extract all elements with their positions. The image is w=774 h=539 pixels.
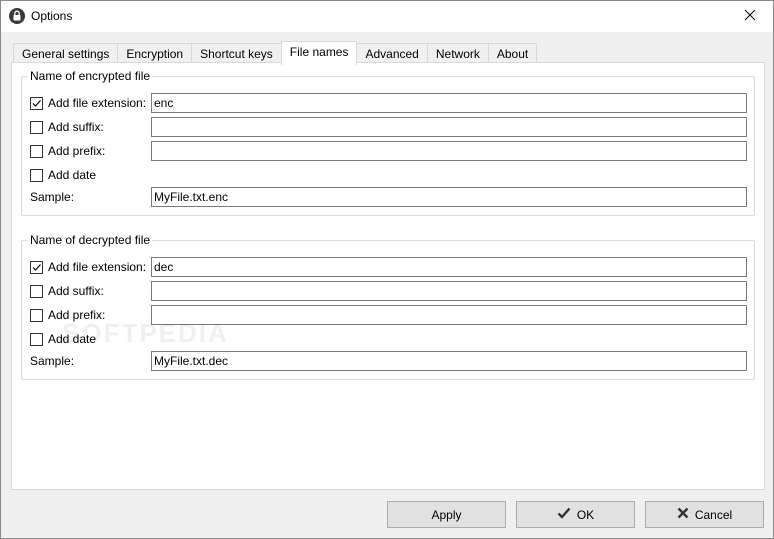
title-bar: Options	[1, 1, 773, 32]
apply-button[interactable]: Apply	[387, 501, 506, 528]
encrypted-extension-input[interactable]	[151, 93, 747, 113]
ok-button-label: OK	[576, 507, 595, 522]
window-title: Options	[31, 9, 73, 23]
encrypted-extension-label: Add file extension:	[48, 96, 147, 110]
decrypted-date-label: Add date	[48, 332, 97, 346]
group-title: Name of decrypted file	[28, 233, 153, 247]
decrypted-prefix-checkbox[interactable]	[30, 309, 43, 322]
decrypted-date-checkbox[interactable]	[30, 333, 43, 346]
close-button[interactable]	[727, 1, 773, 32]
decrypted-sample-label: Sample:	[30, 354, 75, 368]
encrypted-extension-checkbox[interactable]	[30, 97, 43, 110]
tab-network[interactable]: Network	[426, 43, 489, 64]
cancel-button-label: Cancel	[694, 507, 733, 522]
encrypted-prefix-checkbox[interactable]	[30, 145, 43, 158]
tab-advanced[interactable]: Advanced	[356, 43, 428, 64]
file-names-panel: Name of encrypted file Add file extensio…	[11, 62, 765, 490]
decrypted-sample-field[interactable]	[151, 351, 747, 371]
decrypted-extension-row: Add file extension:	[22, 257, 754, 279]
decrypted-suffix-label: Add suffix:	[48, 284, 104, 298]
decrypted-date-row: Add date	[22, 329, 754, 351]
encrypted-prefix-input[interactable]	[151, 141, 747, 161]
lock-icon	[9, 8, 25, 24]
encrypted-sample-field[interactable]	[151, 187, 747, 207]
options-window: Options General settings Encryption Shor…	[0, 0, 774, 539]
tab-about[interactable]: About	[487, 43, 538, 64]
tab-strip: General settings Encryption Shortcut key…	[13, 41, 538, 65]
x-icon	[677, 507, 689, 522]
encrypted-date-label: Add date	[48, 168, 97, 182]
tab-general-settings[interactable]: General settings	[13, 43, 119, 64]
encrypted-extension-row: Add file extension:	[22, 93, 754, 115]
encrypted-date-checkbox[interactable]	[30, 169, 43, 182]
decrypted-prefix-label: Add prefix:	[48, 308, 106, 322]
tab-file-names[interactable]: File names	[280, 41, 358, 65]
decrypted-suffix-checkbox[interactable]	[30, 285, 43, 298]
encrypted-sample-row: Sample:	[22, 187, 754, 209]
checkmark-icon	[557, 507, 571, 522]
decrypted-prefix-input[interactable]	[151, 305, 747, 325]
group-title: Name of encrypted file	[28, 69, 153, 83]
decrypted-prefix-row: Add prefix:	[22, 305, 754, 327]
encrypted-suffix-checkbox[interactable]	[30, 121, 43, 134]
tab-shortcut-keys[interactable]: Shortcut keys	[191, 43, 282, 64]
encrypted-file-group: Name of encrypted file Add file extensio…	[21, 69, 755, 216]
encrypted-date-row: Add date	[22, 165, 754, 187]
encrypted-prefix-label: Add prefix:	[48, 144, 106, 158]
ok-button[interactable]: OK	[516, 501, 635, 528]
close-icon	[744, 9, 756, 24]
encrypted-suffix-input[interactable]	[151, 117, 747, 137]
decrypted-sample-row: Sample:	[22, 351, 754, 373]
encrypted-suffix-label: Add suffix:	[48, 120, 104, 134]
apply-button-label: Apply	[431, 507, 462, 522]
decrypted-suffix-input[interactable]	[151, 281, 747, 301]
tab-encryption[interactable]: Encryption	[117, 43, 193, 64]
decrypted-extension-label: Add file extension:	[48, 260, 147, 274]
decrypted-file-group: Name of decrypted file Add file extensio…	[21, 233, 755, 380]
decrypted-suffix-row: Add suffix:	[22, 281, 754, 303]
cancel-button[interactable]: Cancel	[645, 501, 764, 528]
decrypted-extension-checkbox[interactable]	[30, 261, 43, 274]
encrypted-prefix-row: Add prefix:	[22, 141, 754, 163]
decrypted-extension-input[interactable]	[151, 257, 747, 277]
encrypted-suffix-row: Add suffix:	[22, 117, 754, 139]
encrypted-sample-label: Sample:	[30, 190, 75, 204]
